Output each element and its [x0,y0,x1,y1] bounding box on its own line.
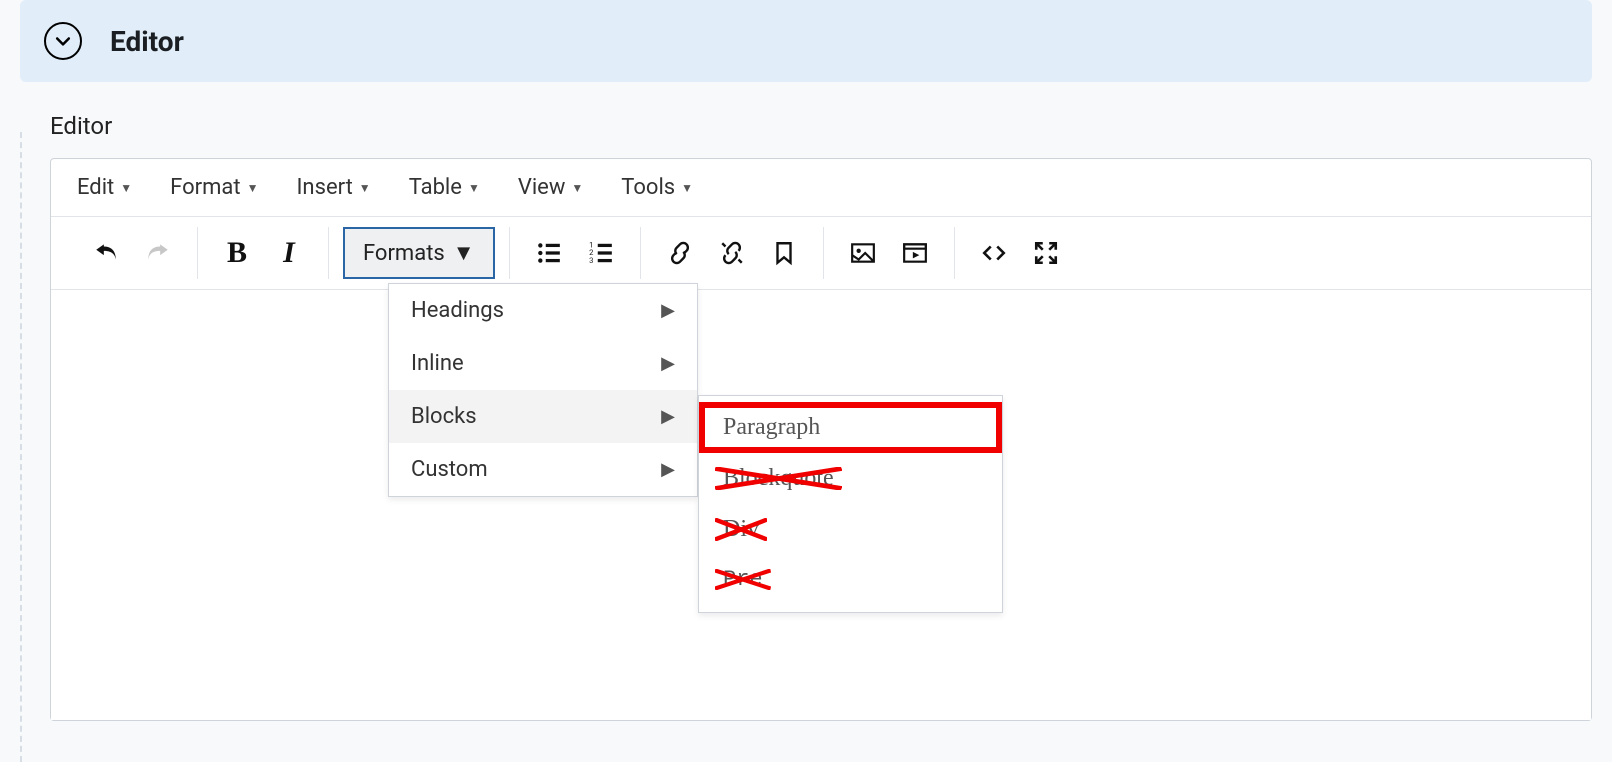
formats-item-label: Headings [411,298,504,323]
menu-tools[interactable]: Tools ▼ [617,171,697,204]
image-icon [850,240,876,266]
caret-down-icon: ▼ [468,181,480,195]
caret-down-icon: ▼ [453,240,475,266]
menu-format[interactable]: Format ▼ [166,171,262,204]
toolbar-group-history [67,227,197,279]
bookmark-icon [771,240,797,266]
formats-dropdown-button[interactable]: Formats ▼ [343,227,495,279]
menu-insert[interactable]: Insert ▼ [292,171,374,204]
menu-view[interactable]: View ▼ [514,171,587,204]
blocks-submenu: Paragraph Blockquote Div [698,395,1003,613]
menu-view-label: View [518,175,566,200]
accordion-header[interactable]: Editor [20,0,1592,82]
undo-button[interactable] [89,236,123,270]
media-icon [902,240,928,266]
menu-tools-label: Tools [621,175,675,200]
blocks-item-label: Pre [723,567,763,592]
formats-item-label: Blocks [411,404,477,429]
blocks-item-blockquote[interactable]: Blockquote [699,453,1002,504]
menu-insert-label: Insert [296,175,352,200]
bulleted-list-icon [536,240,562,266]
crossed-label: Blockquote [723,465,834,492]
undo-icon [93,240,119,266]
caret-down-icon: ▼ [120,181,132,195]
blocks-item-div[interactable]: Div [699,504,1002,555]
menu-edit[interactable]: Edit ▼ [73,171,136,204]
insert-media-button[interactable] [898,236,932,270]
caret-down-icon: ▼ [571,181,583,195]
editor-label: Editor [50,112,1592,140]
bold-icon: B [227,236,247,270]
formats-item-blocks[interactable]: Blocks ▶ [389,390,697,443]
insert-image-button[interactable] [846,236,880,270]
caret-down-icon: ▼ [359,181,371,195]
source-code-button[interactable] [977,236,1011,270]
chevron-right-icon: ▶ [661,459,675,480]
chevron-right-icon: ▶ [661,300,675,321]
chevron-down-icon [53,31,73,51]
menu-format-label: Format [170,175,240,200]
crossed-label: Div [723,516,759,543]
numbered-list-button[interactable]: 1 2 3 [584,236,618,270]
rich-text-editor: Edit ▼ Format ▼ Insert ▼ Table ▼ View ▼ … [50,158,1592,721]
bold-button[interactable]: B [220,236,254,270]
toolbar-group-links [641,227,823,279]
toolbar-group-formats: Formats ▼ [329,227,509,279]
toolbar-group-code [955,227,1085,279]
blocks-item-label: Paragraph [723,414,820,440]
collapse-toggle[interactable] [44,22,82,60]
toolbar-group-lists: 1 2 3 [510,227,640,279]
menu-edit-label: Edit [77,175,114,200]
menu-table[interactable]: Table ▼ [405,171,484,204]
insert-link-button[interactable] [663,236,697,270]
caret-down-icon: ▼ [681,181,693,195]
redo-button[interactable] [141,236,175,270]
formats-item-custom[interactable]: Custom ▶ [389,443,697,496]
svg-text:3: 3 [589,256,593,265]
menu-table-label: Table [409,175,462,200]
formats-item-label: Custom [411,457,488,482]
formats-dropdown-menu: Headings ▶ Inline ▶ Blocks ▶ Custom ▶ [388,283,698,497]
toolbar-group-text: B I [198,227,328,279]
editor-section: Editor Edit ▼ Format ▼ Insert ▼ Table ▼ … [50,112,1592,721]
fullscreen-button[interactable] [1029,236,1063,270]
blocks-item-label: Div [723,516,759,542]
unlink-icon [719,240,745,266]
fullscreen-icon [1033,240,1059,266]
redo-icon [145,240,171,266]
link-icon [667,240,693,266]
blocks-item-label: Blockquote [723,465,834,491]
formats-item-inline[interactable]: Inline ▶ [389,337,697,390]
editor-toolbar: B I Formats ▼ [51,217,1591,290]
chevron-right-icon: ▶ [661,406,675,427]
crossed-label: Pre [723,567,763,592]
editor-menubar: Edit ▼ Format ▼ Insert ▼ Table ▼ View ▼ … [51,159,1591,217]
chevron-right-icon: ▶ [661,353,675,374]
accordion-title: Editor [110,25,184,58]
bulleted-list-button[interactable] [532,236,566,270]
formats-label: Formats [363,241,445,266]
blocks-item-paragraph[interactable]: Paragraph [699,402,1002,453]
blocks-item-pre[interactable]: Pre [699,555,1002,604]
italic-button[interactable]: I [272,236,306,270]
caret-down-icon: ▼ [247,181,259,195]
formats-item-label: Inline [411,351,464,376]
italic-icon: I [283,236,295,270]
code-icon [981,240,1007,266]
outline-dashed-border [20,132,22,762]
remove-link-button[interactable] [715,236,749,270]
anchor-button[interactable] [767,236,801,270]
formats-item-headings[interactable]: Headings ▶ [389,284,697,337]
numbered-list-icon: 1 2 3 [588,240,614,266]
toolbar-group-media [824,227,954,279]
